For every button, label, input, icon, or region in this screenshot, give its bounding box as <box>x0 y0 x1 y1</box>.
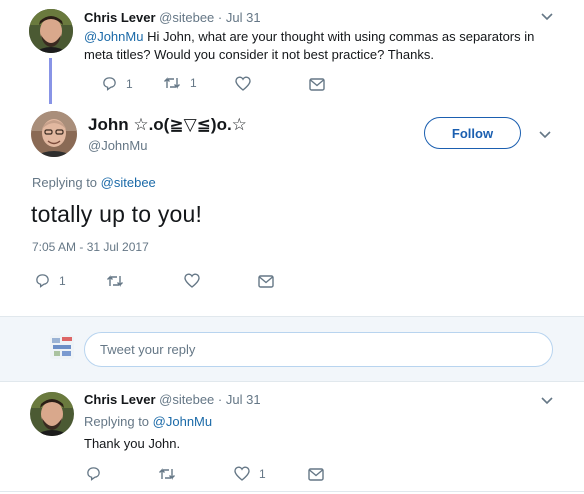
chevron-down-icon[interactable] <box>541 13 553 21</box>
dm-action[interactable] <box>258 275 274 288</box>
retweet-action[interactable]: 1 <box>163 76 197 90</box>
replying-label: Replying to <box>32 175 101 190</box>
envelope-icon <box>308 468 324 481</box>
thread-line <box>49 58 52 104</box>
retweet-icon <box>159 468 175 480</box>
author-handle[interactable]: @sitebee <box>159 392 214 407</box>
tweet-date[interactable]: · Jul 31 <box>218 392 261 407</box>
mention-link[interactable]: @JohnMu <box>84 29 143 44</box>
chevron-down-icon[interactable] <box>541 397 553 405</box>
reply-count: 1 <box>126 76 133 91</box>
like-action[interactable]: 1 <box>234 466 266 481</box>
reply-icon <box>87 467 100 481</box>
tweet-text: totally up to you! <box>31 201 203 227</box>
reply-icon <box>103 77 116 91</box>
dm-action[interactable] <box>309 78 325 91</box>
like-action[interactable] <box>235 76 251 91</box>
avatar[interactable] <box>29 9 73 53</box>
author-handle[interactable]: @JohnMu <box>88 138 147 153</box>
heart-icon <box>184 273 200 288</box>
compose-avatar[interactable] <box>49 334 75 360</box>
retweet-action[interactable] <box>106 274 124 288</box>
retweet-icon <box>164 77 180 89</box>
reply-action[interactable]: 1 <box>102 76 133 91</box>
chevron-down-icon[interactable] <box>539 131 551 139</box>
avatar[interactable] <box>31 111 77 157</box>
replying-to-link[interactable]: @sitebee <box>101 175 156 190</box>
like-count: 1 <box>259 466 266 481</box>
dm-action[interactable] <box>308 468 324 481</box>
main-tweet: John ☆.o(≧▽≦)o.☆ @JohnMu Follow Replying… <box>0 104 584 316</box>
replying-to: Replying to @sitebee <box>32 175 156 190</box>
reply-input-placeholder: Tweet your reply <box>100 342 196 357</box>
tweet-text: @JohnMu Hi John, what are your thought w… <box>84 28 534 64</box>
heart-icon <box>234 466 250 481</box>
divider <box>0 491 584 492</box>
tweet-date[interactable]: · Jul 31 <box>218 10 261 25</box>
reply-compose: Tweet your reply <box>0 316 584 382</box>
tweet-text-line: Hi John, what are your thought with usin… <box>143 29 535 44</box>
replying-to-link[interactable]: @JohnMu <box>153 414 212 429</box>
reply-tweet[interactable]: Chris Lever @sitebee · Jul 31 Replying t… <box>0 382 584 494</box>
envelope-icon <box>258 275 274 288</box>
author-handle[interactable]: @sitebee <box>159 10 214 25</box>
retweet-action[interactable] <box>158 467 176 481</box>
avatar[interactable] <box>30 392 74 436</box>
reply-input[interactable]: Tweet your reply <box>84 332 553 367</box>
reply-action[interactable] <box>86 466 101 481</box>
tweet-timestamp[interactable]: 7:05 AM - 31 Jul 2017 <box>32 240 149 254</box>
author-name[interactable]: Chris Lever <box>84 392 156 407</box>
heart-icon <box>235 76 251 91</box>
retweet-count: 1 <box>190 76 197 90</box>
reply-count: 1 <box>59 273 66 288</box>
tweet-text: Thank you John. <box>84 436 181 451</box>
envelope-icon <box>309 78 325 91</box>
follow-button[interactable]: Follow <box>424 117 521 149</box>
parent-tweet[interactable]: Chris Lever @sitebee · Jul 31 @JohnMu Hi… <box>0 0 584 104</box>
author-name[interactable]: Chris Lever <box>84 10 156 25</box>
replying-label: Replying to <box>84 414 153 429</box>
reply-action[interactable]: 1 <box>35 273 66 288</box>
display-name[interactable]: John ☆.o(≧▽≦)o.☆ <box>88 115 247 135</box>
like-action[interactable] <box>184 273 200 288</box>
reply-icon <box>36 274 49 288</box>
retweet-icon <box>107 275 123 287</box>
replying-to: Replying to @JohnMu <box>84 414 212 429</box>
tweet-text-line: meta titles? Would you consider it not b… <box>84 47 434 62</box>
